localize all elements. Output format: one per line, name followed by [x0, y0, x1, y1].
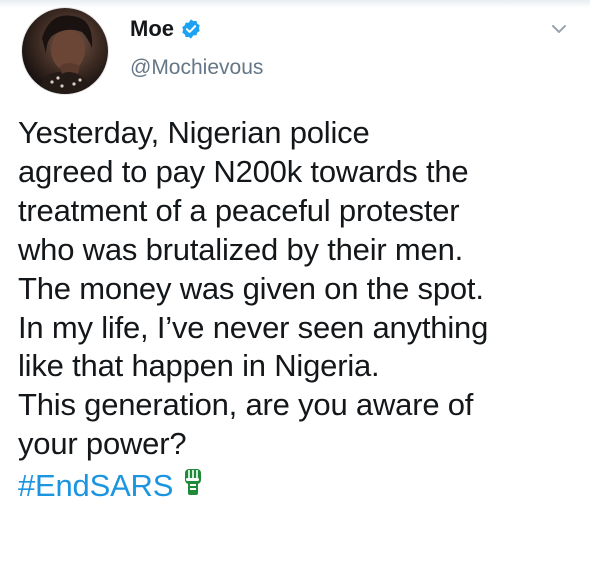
tweet-line: In my life, I’ve never seen anything	[18, 309, 489, 345]
avatar[interactable]	[22, 8, 108, 94]
hashtag-link[interactable]: #EndSARS	[18, 468, 173, 503]
tweet-line: This generation, are you aware of	[18, 387, 474, 423]
tweet-line: agreed to pay N200k towards the	[18, 153, 469, 189]
tweet-line: The money was given on the spot.	[18, 270, 484, 306]
author-name[interactable]: Moe	[130, 16, 174, 42]
author-name-row: Moe	[130, 14, 202, 44]
author-handle[interactable]: @Mochievous	[130, 56, 263, 80]
tweet-text: Yesterday, Nigerian police agreed to pay…	[18, 114, 584, 506]
raised-fist-green-emoji	[184, 469, 201, 496]
top-divider	[0, 0, 590, 8]
tweet-line: treatment of a peaceful protester	[18, 192, 460, 228]
tweet-line: your power?	[18, 426, 187, 462]
avatar-photo	[38, 15, 94, 94]
verified-badge-icon	[182, 19, 200, 39]
tweet-line: Yesterday, Nigerian police	[18, 115, 370, 150]
tweet-line: who was brutalized by their men.	[18, 231, 464, 267]
tweet-line: like that happen in Nigeria.	[18, 348, 380, 384]
chevron-down-icon[interactable]	[548, 18, 570, 40]
hashtag-row: #EndSARS	[18, 464, 584, 506]
